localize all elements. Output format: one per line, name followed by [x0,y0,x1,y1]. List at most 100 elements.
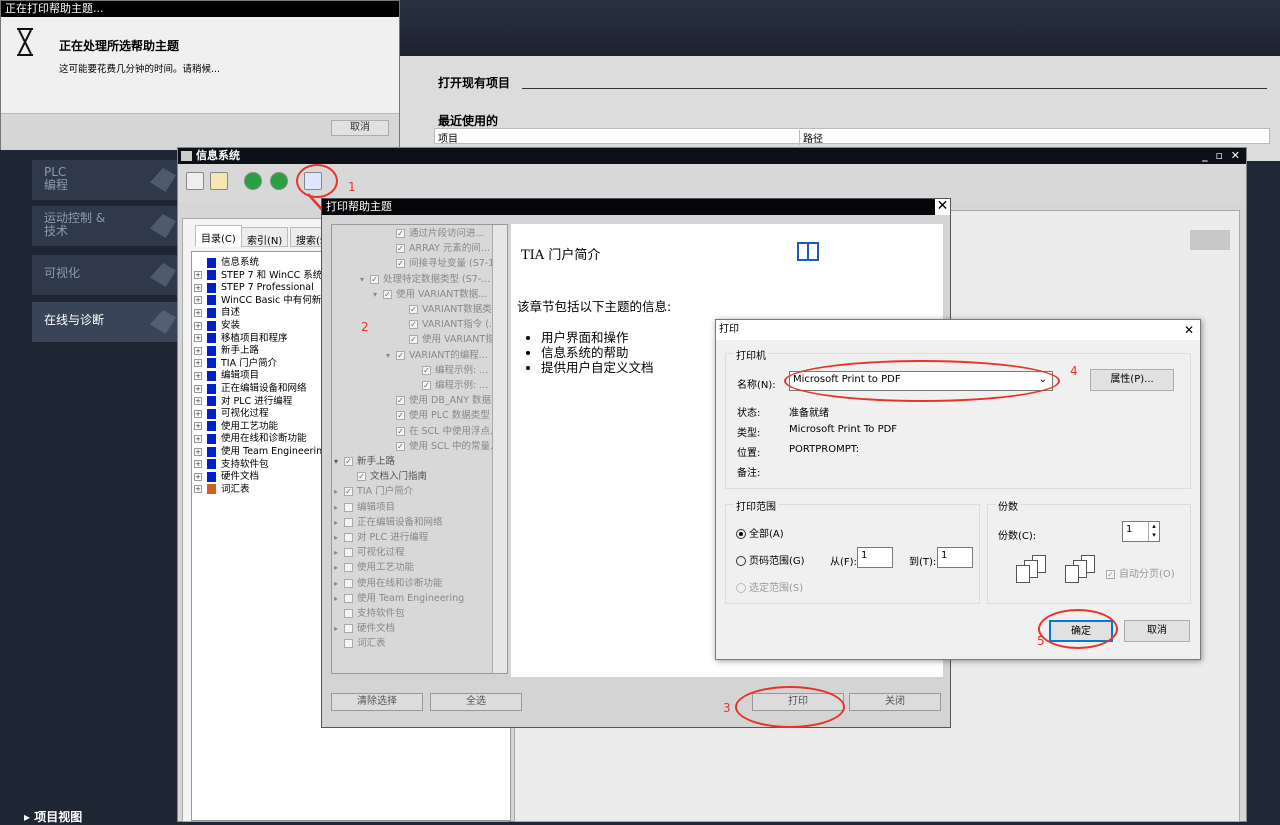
topic-item[interactable]: ✓ 编程示例: ... [412,378,488,393]
project-view-link[interactable]: ▸ 项目视图 [24,808,82,825]
expand-icon[interactable]: + [194,371,202,380]
cancel-button[interactable]: 取消 [1124,620,1190,642]
checkbox[interactable]: ✓ [396,396,405,406]
checkbox[interactable]: ✓ [409,335,418,345]
toc-item[interactable]: + TIA 门户简介 [194,357,277,370]
chevron-right-icon[interactable]: ▸ [334,484,344,499]
close-icon[interactable]: ✕ [935,199,950,215]
topic-item[interactable]: ✓ 编程示例: ... [412,363,488,378]
toc-item[interactable]: + STEP 7 Professional [194,281,314,294]
topic-item[interactable]: ▸ 使用 Team Engineering [334,591,464,606]
back-icon[interactable] [244,172,262,190]
expand-icon[interactable]: + [194,397,202,406]
spinner-icon[interactable]: ▴ ▾ [1148,522,1159,541]
chevron-right-icon[interactable]: ▸ [334,560,344,575]
tree-scrollbar[interactable] [492,225,507,673]
topic-item[interactable]: ✓ ARRAY 元素的间... [386,241,490,256]
tab-contents[interactable]: 目录(C) [195,225,242,247]
checkbox[interactable] [344,533,353,542]
expand-icon[interactable]: + [194,485,202,494]
checkbox[interactable]: ✓ [409,320,418,330]
expand-icon[interactable]: + [194,409,202,418]
topic-item[interactable]: ▸ 使用在线和诊断功能 [334,576,443,591]
radio-all[interactable]: 全部(A) [736,525,784,540]
chevron-right-icon[interactable]: ▸ [334,545,344,560]
topic-item[interactable]: ▾ ✓ 新手上路 [334,454,395,469]
topic-item[interactable]: ✓ 文档入门指南 [347,469,427,484]
checkbox[interactable]: ✓ [344,487,353,497]
checkbox[interactable]: ✓ [357,472,366,482]
topic-item[interactable]: ▾ ✓ VARIANT的编程... [386,348,488,363]
checkbox[interactable]: ✓ [344,457,353,466]
collate-checkbox[interactable]: ✓ 自动分页(O) [1106,565,1175,580]
checkbox[interactable] [344,578,353,588]
toc-item[interactable]: + 使用在线和诊断功能 [194,432,307,445]
toc-item[interactable]: + 使用 Team Engineerin [194,445,322,458]
checkbox[interactable]: ✓ [396,350,405,360]
clear-selection-button[interactable]: 清除选择 [331,693,423,711]
topic-item[interactable]: ▸ 使用工艺功能 [334,560,414,575]
toc-item[interactable]: + 正在编辑设备和网络 [194,382,307,395]
tab-index[interactable]: 索引(N) [241,227,289,247]
expand-icon[interactable]: + [194,460,202,469]
checkbox[interactable] [344,517,353,527]
checkbox[interactable]: ✓ [396,259,405,269]
expand-icon[interactable]: + [194,384,202,393]
expand-icon[interactable]: + [194,308,202,317]
toc-item[interactable]: + 硬件文档 [194,470,259,483]
expand-icon[interactable]: + [194,447,202,456]
topic-item[interactable]: ▸ 编辑项目 [334,500,395,515]
checkbox[interactable]: ✓ [422,381,431,390]
checkbox[interactable] [344,593,353,603]
expand-icon[interactable]: + [194,346,202,355]
chevron-down-icon[interactable]: ▾ [334,454,344,469]
topic-item[interactable]: ▸ 硬件文档 [334,621,395,636]
expand-icon[interactable]: + [194,321,202,330]
copies-input[interactable]: 1 ▴ ▾ [1122,521,1160,542]
topic-item[interactable]: ✓ 使用 PLC 数据类型 (... [386,408,505,423]
topic-item[interactable]: ▸ ✓ TIA 门户简介 [334,484,413,499]
chevron-right-icon[interactable]: ▸ [334,621,344,636]
checkbox[interactable] [344,624,353,634]
home-icon[interactable] [210,172,228,190]
checkbox[interactable] [344,563,353,573]
topic-item[interactable]: ✓ 使用 SCL 中的常量... [386,439,499,454]
expand-icon[interactable]: + [194,434,202,443]
forward-icon[interactable] [270,172,288,190]
topic-item[interactable]: ✓ VARIANT指令 (... [399,317,498,332]
toc-item[interactable]: + 自述 [194,306,240,319]
radio-selection[interactable]: 选定范围(S) [736,579,803,594]
chevron-down-icon[interactable]: ▾ [373,287,383,302]
topic-item[interactable]: ✓ 使用 VARIANT指... [399,332,504,347]
toc-item[interactable]: + 新手上路 [194,344,259,357]
checkbox[interactable]: ✓ [396,426,405,436]
checkbox[interactable]: ✓ [396,441,405,451]
nav-online-diagnostics[interactable]: 在线与诊断 [32,302,182,342]
topic-item[interactable]: 支持软件包 [334,606,405,621]
topic-item[interactable]: ✓ 使用 DB_ANY 数据... [386,393,500,408]
checkbox[interactable]: ✓ [370,274,379,284]
toc-item[interactable]: + 可视化过程 [194,407,269,420]
topic-item[interactable]: ✓ 通过片段访问进... [386,226,485,241]
expand-icon[interactable]: + [194,296,202,305]
toc-icon[interactable] [186,172,204,190]
close-button[interactable]: 关闭 [849,693,941,711]
topic-item[interactable]: ✓ 间接寻址变量 (S7-1... [386,256,503,271]
chevron-right-icon[interactable]: ▸ [334,591,344,606]
expand-icon[interactable]: + [194,472,202,481]
expand-icon[interactable]: + [194,359,202,368]
checkbox[interactable] [344,548,353,558]
nav-motion-control[interactable]: 运动控制 & 技术 [32,206,182,246]
chevron-right-icon[interactable]: ▸ [334,500,344,515]
nav-plc-programming[interactable]: PLC 编程 [32,160,182,200]
checkbox[interactable]: ✓ [422,365,431,375]
toc-item[interactable]: + 使用工艺功能 [194,420,278,433]
window-controls[interactable]: _ ▫ ✕ [1202,148,1242,164]
topic-item[interactable]: ▸ 可视化过程 [334,545,405,560]
checkbox[interactable] [344,609,353,618]
toc-item[interactable]: + 支持软件包 [194,458,269,471]
checkbox[interactable] [344,502,353,512]
toc-item[interactable]: + WinCC Basic 中有何新 [194,294,321,307]
topic-item[interactable]: ▾ ✓ 使用 VARIANT数据... [373,287,487,302]
toc-item[interactable]: 信息系统 [194,256,259,269]
